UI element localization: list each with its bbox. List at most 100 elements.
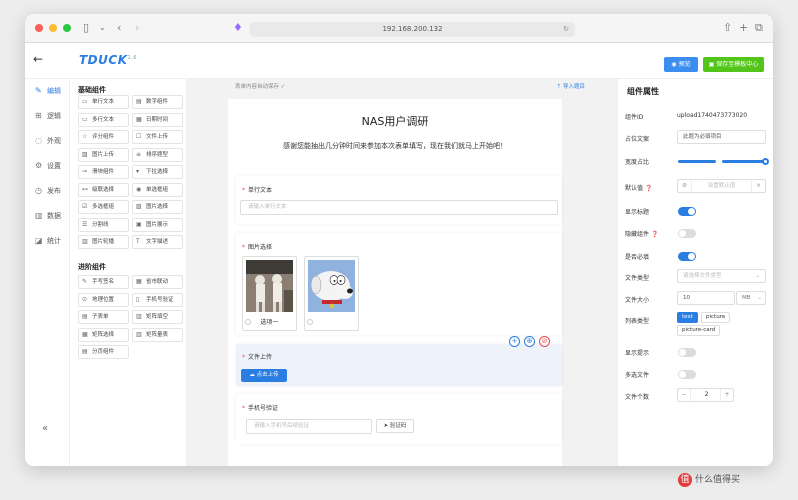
default-value-input[interactable]: ⚙ 设置默认值 ✕: [677, 179, 766, 193]
component-item[interactable]: ▦ 省市联动: [132, 275, 183, 289]
component-icon: ⊙: [82, 295, 88, 303]
minimize-window-button[interactable]: [49, 24, 57, 32]
back-arrow-icon[interactable]: ←: [33, 52, 43, 66]
component-item[interactable]: ▭ 单行文本: [78, 95, 129, 109]
component-item[interactable]: ◉ 单选框组: [132, 182, 183, 197]
component-label: 评分组件: [92, 134, 115, 140]
component-item[interactable]: ☑ 多选框组: [78, 200, 129, 214]
list-type-picture[interactable]: picture: [701, 312, 731, 323]
browser-window: ▯ ⌄ ‹ › ♦ 192.168.200.132 ↻ ⇧ + ⧉ ← TDUC…: [25, 14, 773, 466]
copy-question-icon[interactable]: ⊕: [524, 336, 535, 347]
component-item[interactable]: ▨ 图片选择: [132, 200, 183, 214]
required-toggle[interactable]: [678, 252, 696, 261]
send-code-button[interactable]: ➤ 验证码: [376, 419, 414, 433]
nav-item-settings[interactable]: ⚙ 设置: [25, 158, 70, 174]
forward-arrow-icon[interactable]: ›: [135, 21, 139, 35]
component-label: 单选框组: [146, 186, 169, 193]
component-item[interactable]: ▥ 矩阵量表: [132, 327, 183, 342]
question-card-image-select[interactable]: * 图片选择 选项一: [236, 233, 562, 335]
image-option-1[interactable]: 选项一: [242, 256, 297, 331]
component-item[interactable]: ▤ 分页组件: [78, 345, 129, 359]
component-item[interactable]: ▯ 手机号验证: [132, 292, 183, 307]
preview-button[interactable]: ◉ 预览: [664, 57, 698, 72]
component-item[interactable]: ▦ 日期时间: [132, 112, 183, 127]
single-line-text-input[interactable]: 请输入单行文本: [240, 200, 558, 215]
upload-button[interactable]: ☁ 点击上传: [241, 369, 287, 382]
form-description[interactable]: 感谢您能抽出几分钟时间来参加本次表单填写，现在我们就马上开始吧！: [228, 141, 562, 151]
delete-question-icon[interactable]: ⊘: [539, 336, 550, 347]
share-icon[interactable]: ⇧: [723, 21, 732, 34]
component-item[interactable]: ⊷ 级联选择: [78, 182, 129, 197]
component-item[interactable]: ▦ 矩阵选择: [78, 327, 129, 342]
option-radio[interactable]: [307, 319, 313, 325]
image-option-2[interactable]: [304, 256, 359, 331]
file-count-stepper[interactable]: − 2 +: [677, 388, 734, 402]
component-label: 子表单: [92, 314, 109, 320]
question-card-phone[interactable]: * 手机号验证 请输入手机号后续验证 ➤ 验证码: [236, 394, 562, 444]
placeholder-input[interactable]: 此题为必填项目: [677, 130, 766, 144]
component-item[interactable]: ▣ 图片展示: [132, 217, 183, 232]
nav-item-appearance[interactable]: ◌ 外观: [25, 133, 70, 149]
component-item[interactable]: ▥ 图片轮播: [78, 235, 129, 249]
multiple-toggle[interactable]: [678, 370, 696, 379]
width-slider-track[interactable]: [678, 160, 716, 163]
component-label: 手机号验证: [146, 296, 174, 303]
decrement-button[interactable]: −: [678, 389, 691, 401]
tab-overview-icon[interactable]: ⧉: [755, 21, 763, 35]
file-size-unit-select[interactable]: MB ⌄: [736, 291, 766, 305]
prop-value-id: upload1740473773020: [677, 112, 748, 119]
extension-icon[interactable]: ♦: [233, 21, 243, 35]
component-item[interactable]: ≡ 排序题型: [132, 147, 183, 162]
collapse-icon[interactable]: «: [42, 423, 48, 434]
form-title[interactable]: NAS用户调研: [228, 113, 562, 129]
width-slider-track[interactable]: [722, 160, 765, 163]
list-type-picture-card[interactable]: picture-card: [677, 325, 721, 336]
component-item[interactable]: ⊙ 地理位置: [78, 292, 129, 307]
file-type-select[interactable]: 请选择文件类型 ⌄: [677, 269, 766, 283]
nav-item-data[interactable]: ▥ 数据: [25, 208, 70, 224]
component-item[interactable]: ✎ 手写签名: [78, 275, 129, 289]
sidebar-toggle-icon[interactable]: ▯: [83, 21, 89, 35]
component-item[interactable]: ▾ 下拉选择: [132, 165, 183, 179]
width-slider-handle[interactable]: [762, 158, 769, 165]
component-item[interactable]: ▥ 矩阵填空: [132, 310, 183, 324]
question-card-text[interactable]: * 单行文本 请输入单行文本: [236, 176, 562, 224]
maximize-window-button[interactable]: [63, 24, 71, 32]
increment-button[interactable]: +: [720, 389, 733, 401]
form-canvas: 表单内容自动保存 ✓ ⇡ 导入题目 NAS用户调研 感谢您能抽出几分钟时间来参加…: [187, 79, 617, 466]
close-window-button[interactable]: [35, 24, 43, 32]
nav-item-stats[interactable]: ◪ 统计: [25, 233, 70, 249]
question-card-file-upload[interactable]: * 文件上传 ☁ 点击上传: [236, 344, 562, 386]
add-question-icon[interactable]: +: [509, 336, 520, 347]
file-count-value[interactable]: 2: [691, 389, 722, 401]
nav-item-publish[interactable]: ◷ 发布: [25, 183, 70, 199]
list-type-text[interactable]: text: [677, 312, 698, 323]
component-item[interactable]: ▭ 多行文本: [78, 112, 129, 127]
save-template-button[interactable]: ▣ 保存至模板中心: [703, 57, 764, 72]
component-item[interactable]: ⊸ 滑块组件: [78, 165, 129, 179]
app-root: ← TDUCK1.6 ◉ 预览 ▣ 保存至模板中心 ✎ 编辑 ⊞ 逻辑 ◌ 外观 ⚙ 设…: [25, 43, 773, 466]
reload-icon[interactable]: ↻: [563, 22, 569, 37]
component-item[interactable]: ▤ 子表单: [78, 310, 129, 324]
component-item[interactable]: T 文字描述: [132, 235, 183, 249]
nav-item-logic[interactable]: ⊞ 逻辑: [25, 108, 70, 124]
hidden-toggle[interactable]: [678, 229, 696, 238]
component-icon: ▤: [136, 98, 142, 105]
phone-input[interactable]: 请输入手机号后续验证: [246, 419, 372, 434]
component-item[interactable]: ▨ 图片上传: [78, 147, 129, 162]
address-bar[interactable]: 192.168.200.132 ↻: [250, 22, 575, 37]
nav-item-edit[interactable]: ✎ 编辑: [25, 83, 70, 99]
component-item[interactable]: ☆ 评分组件: [78, 130, 129, 144]
close-icon[interactable]: ✕: [751, 180, 765, 192]
new-tab-icon[interactable]: +: [739, 21, 748, 34]
file-size-input[interactable]: 10: [677, 291, 735, 305]
component-item[interactable]: ▤ 数字组件: [132, 95, 183, 109]
chevron-down-icon[interactable]: ⌄: [99, 21, 106, 35]
import-questions-link[interactable]: ⇡ 导入题目: [557, 81, 585, 93]
show-tip-toggle[interactable]: [678, 348, 696, 357]
question-label: * 单行文本: [242, 187, 273, 194]
show-title-toggle[interactable]: [678, 207, 696, 216]
component-item[interactable]: ☐ 文件上传: [132, 130, 183, 144]
component-item[interactable]: ☰ 分割线: [78, 217, 129, 232]
back-arrow-icon[interactable]: ‹: [117, 21, 121, 35]
